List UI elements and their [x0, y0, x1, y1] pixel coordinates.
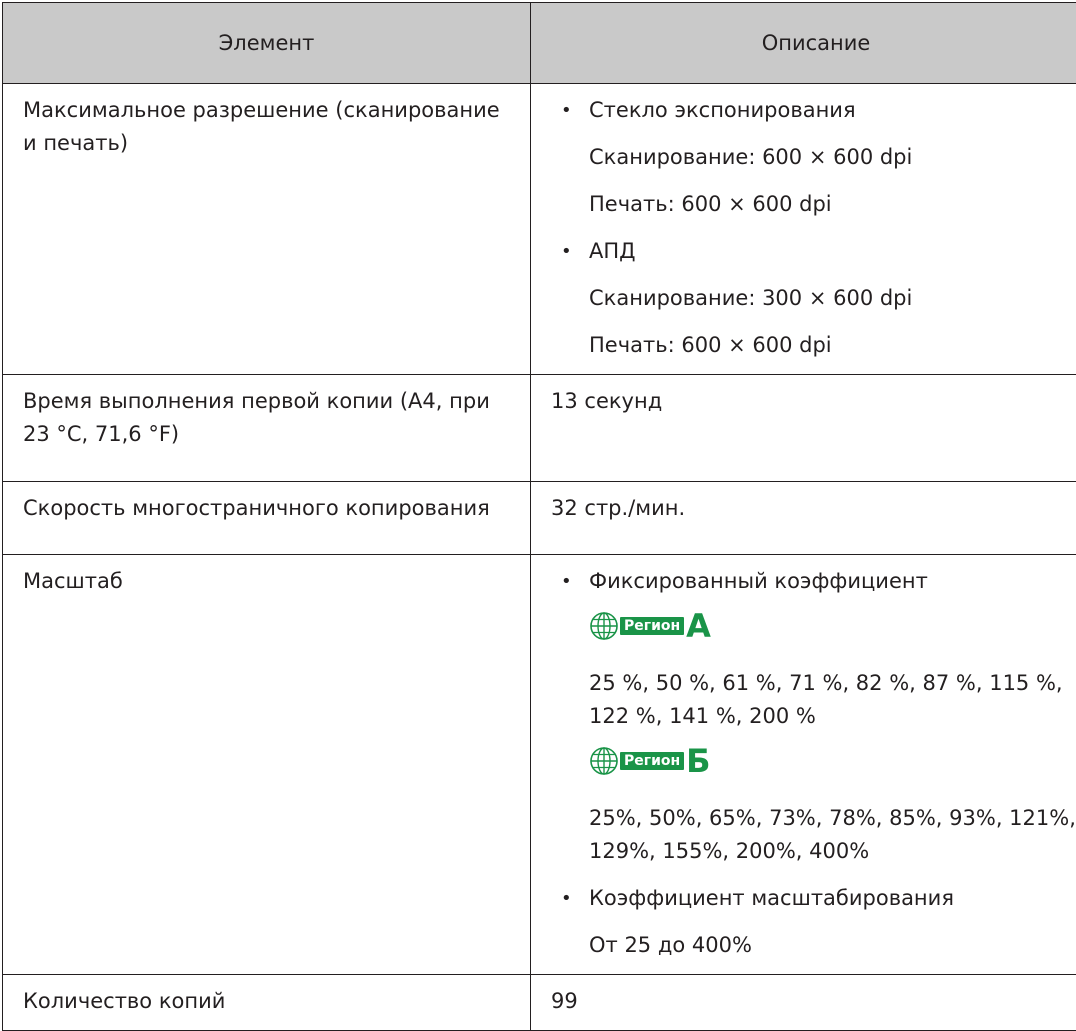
row-label: Количество копий [3, 975, 531, 1031]
row-description: • Стекло экспонирования Сканирование: 60… [531, 84, 1076, 375]
header-element: Элемент [3, 3, 531, 84]
region-b-values: 25%, 50%, 65%, 73%, 78%, 85%, 93%, 121%,… [589, 802, 1076, 868]
row-description: • Фиксированный коэффициент Регион [531, 555, 1076, 975]
region-b-badge: Регион Б [589, 745, 711, 777]
bullet-list: • Фиксированный коэффициент Регион [551, 565, 1076, 962]
list-item: • Фиксированный коэффициент Регион [551, 565, 1076, 868]
bullet-list: • Стекло экспонирования Сканирование: 60… [551, 94, 1076, 362]
table-row: Время выполнения первой копии (A4, при 2… [3, 375, 1076, 482]
item-title: АПД [589, 235, 1076, 268]
region-letter: A [686, 610, 711, 642]
bullet-icon: • [561, 94, 572, 127]
row-label: Время выполнения первой копии (A4, при 2… [3, 375, 531, 482]
table-row: Скорость многостраничного копирования 32… [3, 482, 1076, 555]
row-label: Масштаб [3, 555, 531, 975]
item-detail: От 25 до 400% [589, 929, 1076, 962]
item-detail: Сканирование: 600 × 600 dpi [589, 141, 1076, 174]
row-value: 99 [531, 975, 1076, 1031]
item-detail: Сканирование: 300 × 600 dpi [589, 282, 1076, 315]
specifications-table: Элемент Описание Максимальное разрешение… [2, 2, 1076, 1031]
row-value: 13 секунд [531, 375, 1076, 482]
item-detail: Печать: 600 × 600 dpi [589, 329, 1076, 362]
globe-icon [589, 746, 619, 776]
header-description: Описание [531, 3, 1076, 84]
item-title: Фиксированный коэффициент [589, 565, 1076, 598]
row-value: 32 стр./мин. [531, 482, 1076, 555]
list-item: • АПД Сканирование: 300 × 600 dpi Печать… [551, 235, 1076, 362]
table-header-row: Элемент Описание [3, 3, 1076, 84]
item-detail: Печать: 600 × 600 dpi [589, 188, 1076, 221]
bullet-icon: • [561, 882, 572, 915]
row-label: Скорость многостраничного копирования [3, 482, 531, 555]
region-a-values: 25 %, 50 %, 61 %, 71 %, 82 %, 87 %, 115 … [589, 667, 1076, 733]
item-title: Стекло экспонирования [589, 94, 1076, 127]
region-label: Регион [620, 617, 684, 635]
bullet-icon: • [561, 235, 572, 268]
list-item: • Коэффициент масштабирования От 25 до 4… [551, 882, 1076, 962]
table-row: Количество копий 99 [3, 975, 1076, 1031]
table-row: Масштаб • Фиксированный коэффициент [3, 555, 1076, 975]
region-letter: Б [686, 745, 710, 777]
globe-icon [589, 611, 619, 641]
row-label: Максимальное разрешение (сканирование и … [3, 84, 531, 375]
table-row: Максимальное разрешение (сканирование и … [3, 84, 1076, 375]
region-label: Регион [620, 752, 684, 770]
list-item: • Стекло экспонирования Сканирование: 60… [551, 94, 1076, 221]
bullet-icon: • [561, 565, 572, 598]
item-title: Коэффициент масштабирования [589, 882, 1076, 915]
region-a-badge: Регион A [589, 610, 711, 642]
